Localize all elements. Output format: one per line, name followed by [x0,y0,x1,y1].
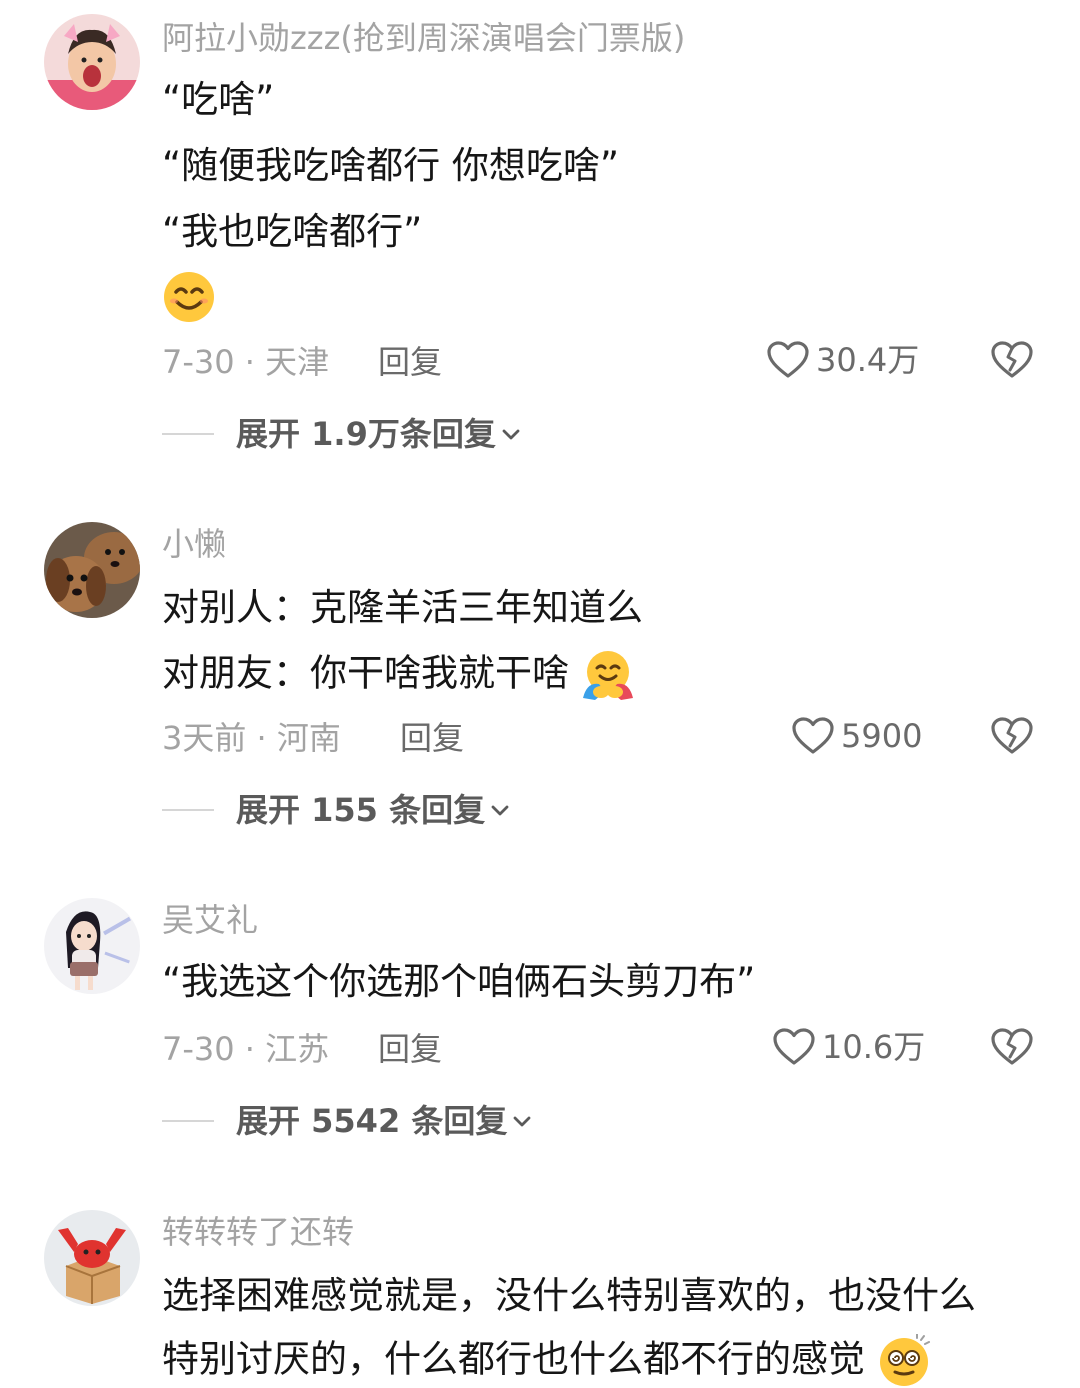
comment-date-location: 7-30 · 天津 [162,343,330,381]
username[interactable]: 阿拉小勋zzz(抢到周深演唱会门票版) [162,18,685,58]
expand-replies-label: 展开 155 条回复 [236,791,486,829]
broken-heart-icon [991,1028,1033,1065]
comment-date-location: 7-30 · 江苏 [162,1030,330,1068]
dizzy-face-emoji [879,1334,930,1386]
like-button[interactable]: 5900 [791,716,922,756]
avatar[interactable] [44,898,140,994]
like-count: 30.4万 [816,341,920,379]
like-count: 10.6万 [822,1028,926,1066]
heart-outline-icon [773,1028,815,1065]
dislike-button[interactable] [990,1027,1034,1071]
expand-replies-label: 展开 5542 条回复 [236,1102,508,1140]
username[interactable]: 转转转了还转 [162,1212,354,1252]
comment-text-line: “随便我吃啥都行 你想吃啥” [162,144,620,187]
like-button[interactable]: 30.4万 [766,340,919,380]
avatar[interactable] [44,522,140,618]
like-button[interactable]: 10.6万 [772,1027,925,1067]
dislike-button[interactable] [990,716,1034,760]
avatar[interactable] [44,1210,140,1306]
chevron-down-icon [513,1116,531,1127]
username[interactable]: 小懒 [162,524,226,564]
heart-outline-icon [767,341,809,378]
divider [162,433,214,435]
comment-text-line: “我也吃啥都行” [162,210,423,253]
username[interactable]: 吴艾礼 [162,900,258,940]
reply-button[interactable]: 回复 [378,1029,442,1069]
comment-text-line: 对别人：克隆羊活三年知道么 [162,586,643,629]
expand-replies-button[interactable]: 展开 1.9万条回复 [162,414,522,454]
reply-button[interactable]: 回复 [378,342,442,382]
like-count: 5900 [841,717,923,755]
dislike-button[interactable] [990,340,1034,384]
smiling-face-emoji [162,270,216,324]
comment-text-line: 对朋友：你干啥我就干啥 [162,648,635,702]
comment-text: 对朋友：你干啥我就干啥 [162,651,569,695]
comment-text: 特别讨厌的，什么都行也什么都不行的感觉 [162,1337,865,1381]
divider [162,1120,214,1122]
reply-button[interactable]: 回复 [400,718,464,758]
expand-replies-button[interactable]: 展开 155 条回复 [162,790,511,830]
hugging-face-emoji [582,651,633,700]
comment-text-line: “我选这个你选那个咱俩石头剪刀布” [162,960,756,1003]
comment-date-location: 3天前 · 河南 [162,719,341,757]
comment-text-line: 选择困难感觉就是，没什么特别喜欢的，也没什么 [162,1274,976,1317]
expand-replies-label: 展开 1.9万条回复 [236,415,496,453]
broken-heart-icon [991,717,1033,754]
expand-replies-button[interactable]: 展开 5542 条回复 [162,1101,533,1141]
avatar[interactable] [44,14,140,110]
broken-heart-icon [991,341,1033,378]
divider [162,809,214,811]
chevron-down-icon [502,429,520,440]
comment-text-line: “吃啥” [162,78,275,121]
comment-text-line: 特别讨厌的，什么都行也什么都不行的感觉 [162,1334,931,1388]
heart-outline-icon [792,717,834,754]
chevron-down-icon [491,805,509,816]
